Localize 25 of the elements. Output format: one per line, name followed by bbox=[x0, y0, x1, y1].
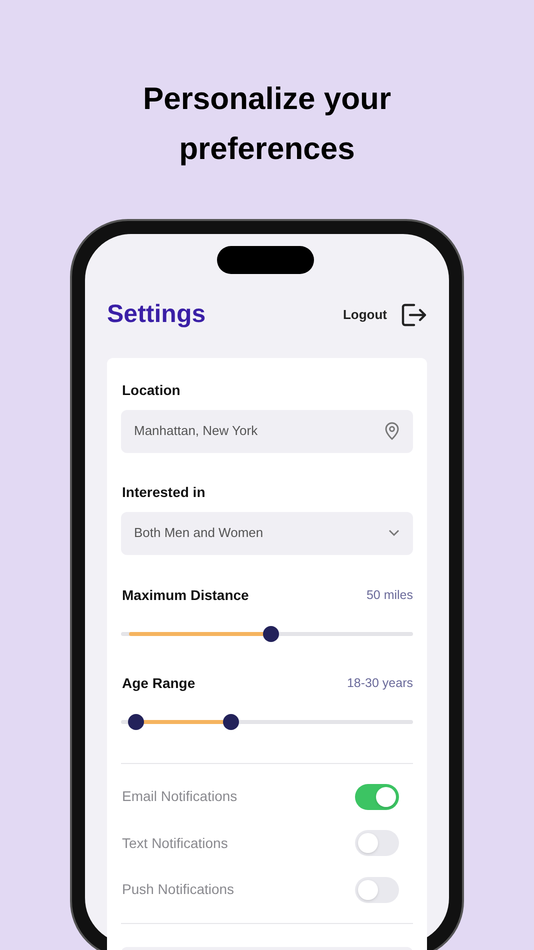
slider-reading: 50 miles bbox=[366, 586, 413, 604]
slider-thumb[interactable] bbox=[128, 714, 144, 730]
location-pin-icon bbox=[384, 422, 400, 440]
toggle-switch[interactable] bbox=[355, 876, 399, 903]
slider-thumb[interactable] bbox=[223, 714, 240, 730]
slider-reading: 18-30 years bbox=[346, 674, 413, 692]
field-label: Age Range bbox=[122, 674, 196, 693]
slider[interactable] bbox=[121, 714, 413, 730]
slider[interactable] bbox=[121, 626, 413, 642]
logout-icon[interactable] bbox=[401, 302, 427, 327]
field-label: Interested in bbox=[121, 482, 206, 502]
notification-label: Push Notifications bbox=[122, 880, 234, 900]
interest-dropdown[interactable]: Both Men and Women bbox=[121, 512, 413, 554]
toggle-switch[interactable] bbox=[355, 784, 399, 810]
headline: Personalize your preferences bbox=[142, 80, 392, 168]
page-title: Settings bbox=[107, 299, 206, 330]
slider-thumb[interactable] bbox=[263, 626, 280, 642]
notification-label: Text Notifications bbox=[122, 834, 228, 853]
toggle-switch[interactable] bbox=[355, 830, 399, 856]
notification-label: Email Notifications bbox=[122, 787, 238, 806]
logout-link[interactable]: Logout bbox=[342, 305, 387, 324]
chevron-down-icon bbox=[388, 529, 400, 537]
field-label: Maximum Distance bbox=[122, 586, 249, 604]
location-field[interactable]: Manhattan, New York bbox=[121, 410, 413, 452]
field-label: Location bbox=[121, 380, 182, 400]
